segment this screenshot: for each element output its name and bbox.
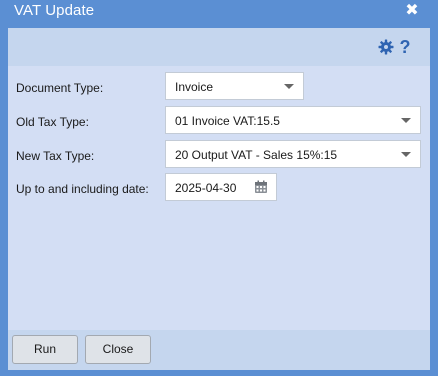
document-type-label: Document Type:	[16, 81, 104, 95]
gear-icon-graphic	[378, 39, 394, 55]
toolbar: ?	[8, 28, 430, 66]
new-tax-type-value: 20 Output VAT - Sales 15%:15	[175, 148, 338, 162]
new-tax-type-select[interactable]: 20 Output VAT - Sales 15%:15	[165, 140, 421, 168]
up-to-date-value: 2025-04-30	[175, 181, 237, 195]
close-button[interactable]: Close	[85, 335, 151, 364]
up-to-date-field[interactable]: 2025-04-30	[165, 173, 277, 201]
document-type-select[interactable]: Invoice	[165, 72, 304, 100]
dialog-title: VAT Update	[14, 2, 95, 19]
calendar-icon[interactable]	[254, 180, 268, 194]
new-tax-type-label: New Tax Type:	[16, 149, 95, 163]
calendar-icon-graphic	[255, 180, 267, 193]
vat-update-dialog: VAT Update ✖ ? Document Type: Invoice Ol…	[0, 0, 438, 376]
form-panel: Document Type: Invoice Old Tax Type: 01 …	[8, 66, 430, 330]
run-button[interactable]: Run	[12, 335, 78, 364]
gear-icon[interactable]	[378, 38, 394, 56]
up-to-date-label: Up to and including date:	[16, 182, 149, 196]
chevron-down-icon	[284, 84, 294, 89]
title-bar: VAT Update ✖	[0, 0, 438, 24]
close-icon[interactable]: ✖	[404, 2, 420, 20]
button-bar: Run Close	[8, 330, 430, 370]
old-tax-type-select[interactable]: 01 Invoice VAT:15.5	[165, 106, 421, 134]
old-tax-type-label: Old Tax Type:	[16, 115, 89, 129]
old-tax-type-value: 01 Invoice VAT:15.5	[175, 114, 280, 128]
help-icon[interactable]: ?	[398, 38, 412, 56]
document-type-value: Invoice	[175, 80, 214, 94]
chevron-down-icon	[401, 152, 411, 157]
chevron-down-icon	[401, 118, 411, 123]
